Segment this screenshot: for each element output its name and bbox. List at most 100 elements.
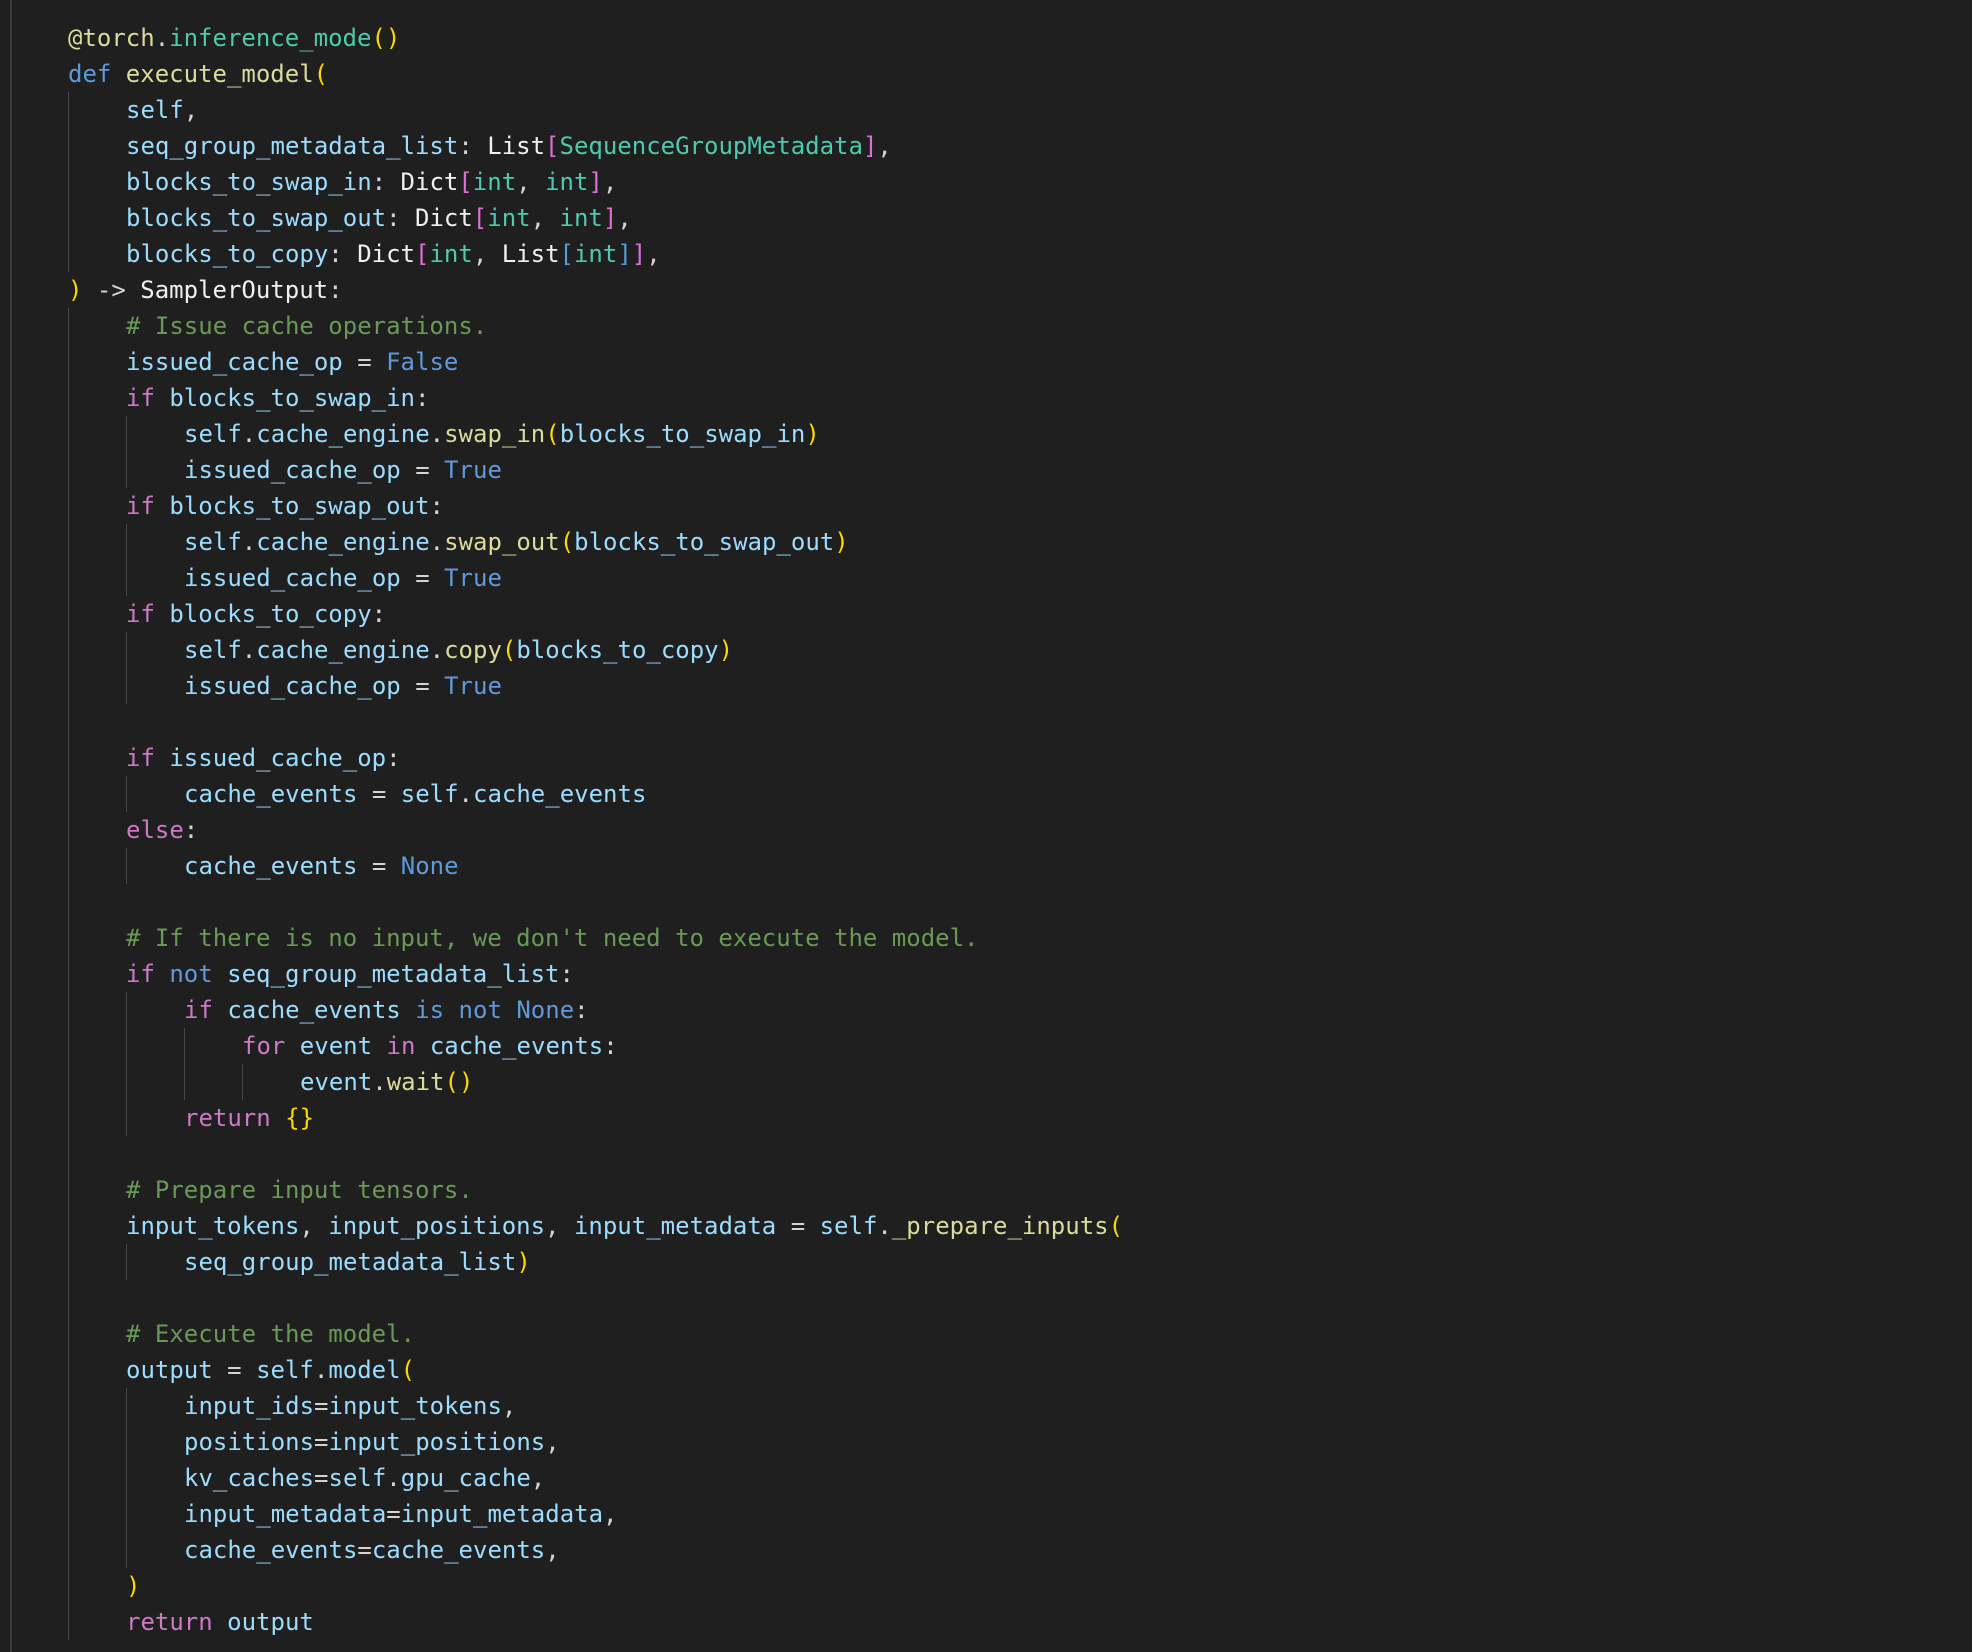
- code-line[interactable]: else:: [0, 812, 1972, 848]
- code-line[interactable]: if not seq_group_metadata_list:: [0, 956, 1972, 992]
- code-area[interactable]: @torch.inference_mode() def execute_model…: [0, 20, 1972, 1640]
- code-text: cache_events = self.cache_events: [184, 776, 646, 812]
- code-line[interactable]: [0, 1280, 1972, 1316]
- indent-guide: [126, 1532, 127, 1568]
- code-line[interactable]: blocks_to_swap_out: Dict[int, int],: [0, 200, 1972, 236]
- code-line[interactable]: @torch.inference_mode(): [0, 20, 1972, 56]
- code-line[interactable]: return output: [0, 1604, 1972, 1640]
- code-editor[interactable]: @torch.inference_mode() def execute_model…: [0, 0, 1972, 1652]
- code-line[interactable]: event.wait(): [0, 1064, 1972, 1100]
- code-line[interactable]: issued_cache_op = False: [0, 344, 1972, 380]
- code-line[interactable]: ): [0, 1568, 1972, 1604]
- code-token: self: [819, 1212, 878, 1240]
- code-line[interactable]: self,: [0, 92, 1972, 128]
- code-token: ,: [530, 204, 560, 232]
- code-token: =: [357, 780, 401, 808]
- code-line[interactable]: cache_events = self.cache_events: [0, 776, 1972, 812]
- code-token: [: [415, 240, 430, 268]
- code-token: (): [371, 24, 401, 52]
- code-token: ,: [603, 1500, 618, 1528]
- indent-guide: [68, 1460, 69, 1496]
- code-line[interactable]: self.cache_engine.copy(blocks_to_copy): [0, 632, 1972, 668]
- code-token: int: [472, 168, 517, 196]
- code-line[interactable]: seq_group_metadata_list: List[SequenceGr…: [0, 128, 1972, 164]
- code-token: List: [501, 240, 560, 268]
- code-line[interactable]: ) -> SamplerOutput:: [0, 272, 1972, 308]
- indent-guide: [68, 560, 69, 596]
- code-text: positions=input_positions,: [184, 1424, 560, 1460]
- code-token: .: [458, 780, 473, 808]
- code-token: event: [300, 1068, 373, 1096]
- code-token: ]: [631, 240, 647, 268]
- indent-guide: [68, 308, 69, 344]
- code-line[interactable]: kv_caches=self.gpu_cache,: [0, 1460, 1972, 1496]
- code-line[interactable]: def execute_model(: [0, 56, 1972, 92]
- code-line[interactable]: output = self.model(: [0, 1352, 1972, 1388]
- code-line[interactable]: seq_group_metadata_list): [0, 1244, 1972, 1280]
- code-token: .: [429, 420, 445, 448]
- code-token: cache_events: [429, 1032, 604, 1060]
- indent-guide: [126, 1064, 127, 1100]
- indent-guide: [68, 92, 69, 128]
- code-text: self,: [126, 92, 198, 128]
- code-token: ]: [617, 240, 632, 268]
- code-line[interactable]: # Prepare input tensors.: [0, 1172, 1972, 1208]
- code-line[interactable]: # Execute the model.: [0, 1316, 1972, 1352]
- code-token: cache_engine: [256, 420, 430, 448]
- code-line[interactable]: input_ids=input_tokens,: [0, 1388, 1972, 1424]
- code-token: if: [126, 744, 170, 772]
- code-line[interactable]: issued_cache_op = True: [0, 560, 1972, 596]
- code-line[interactable]: return {}: [0, 1100, 1972, 1136]
- indent-guide: [126, 1388, 127, 1424]
- code-line[interactable]: issued_cache_op = True: [0, 668, 1972, 704]
- code-line[interactable]: if issued_cache_op:: [0, 740, 1972, 776]
- indent-guide: [68, 488, 69, 524]
- code-line[interactable]: [0, 884, 1972, 920]
- code-line[interactable]: blocks_to_copy: Dict[int, List[int]],: [0, 236, 1972, 272]
- code-text: for event in cache_events:: [242, 1028, 618, 1064]
- code-line[interactable]: if blocks_to_swap_in:: [0, 380, 1972, 416]
- code-line[interactable]: input_metadata=input_metadata,: [0, 1496, 1972, 1532]
- code-line[interactable]: # If there is no input, we don't need to…: [0, 920, 1972, 956]
- code-token: blocks_to_swap_in: [559, 420, 806, 448]
- code-line[interactable]: # Issue cache operations.: [0, 308, 1972, 344]
- code-line[interactable]: issued_cache_op = True: [0, 452, 1972, 488]
- code-token: int: [573, 240, 618, 268]
- code-text: # Issue cache operations.: [126, 308, 487, 344]
- code-token: :: [371, 600, 387, 628]
- code-text: # If there is no input, we don't need to…: [126, 920, 979, 956]
- indent-guide: [68, 524, 69, 560]
- code-token: Dict: [400, 168, 459, 196]
- code-token: (): [444, 1068, 474, 1096]
- code-token: (: [1108, 1212, 1124, 1240]
- code-line[interactable]: if cache_events is not None:: [0, 992, 1972, 1028]
- indent-guide: [68, 1064, 69, 1100]
- code-token: Dict: [357, 240, 415, 268]
- code-token: =: [314, 1428, 329, 1456]
- code-line[interactable]: cache_events = None: [0, 848, 1972, 884]
- code-token: =: [357, 852, 401, 880]
- code-line[interactable]: if blocks_to_swap_out:: [0, 488, 1972, 524]
- indent-guide: [68, 668, 69, 704]
- code-token: # Prepare input tensors.: [126, 1176, 473, 1204]
- code-token: ,: [299, 1212, 329, 1240]
- code-line[interactable]: [0, 704, 1972, 740]
- code-line[interactable]: positions=input_positions,: [0, 1424, 1972, 1460]
- indent-guide: [68, 920, 69, 956]
- code-token: (: [501, 636, 517, 664]
- code-line[interactable]: for event in cache_events:: [0, 1028, 1972, 1064]
- code-line[interactable]: self.cache_engine.swap_in(blocks_to_swap…: [0, 416, 1972, 452]
- code-token: (: [313, 60, 329, 88]
- code-token: blocks_to_copy: [126, 240, 329, 268]
- code-token: execute_model: [125, 60, 314, 88]
- code-line[interactable]: blocks_to_swap_in: Dict[int, int],: [0, 164, 1972, 200]
- code-token: ,: [183, 96, 199, 124]
- indent-guide: [126, 632, 127, 668]
- code-token: else: [126, 816, 184, 844]
- code-line[interactable]: if blocks_to_copy:: [0, 596, 1972, 632]
- code-line[interactable]: cache_events=cache_events,: [0, 1532, 1972, 1568]
- code-line[interactable]: input_tokens, input_positions, input_met…: [0, 1208, 1972, 1244]
- code-token: return: [184, 1104, 286, 1132]
- code-line[interactable]: [0, 1136, 1972, 1172]
- code-line[interactable]: self.cache_engine.swap_out(blocks_to_swa…: [0, 524, 1972, 560]
